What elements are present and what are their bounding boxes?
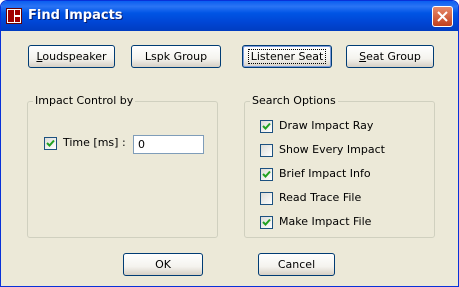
impact-control-legend: Impact Control by [33, 94, 136, 107]
draw-impact-ray-label: Draw Impact Ray [279, 119, 374, 132]
read-trace-file-label: Read Trace File [279, 191, 362, 204]
time-checkbox[interactable] [44, 137, 57, 150]
ok-button[interactable]: OK [123, 253, 203, 276]
loudspeaker-button[interactable]: Loudspeaker [28, 45, 115, 68]
make-impact-file-label: Make Impact File [279, 215, 372, 228]
listener-seat-button[interactable]: Listener Seat [242, 45, 332, 68]
show-every-impact-checkbox[interactable] [260, 144, 273, 157]
read-trace-file-checkbox[interactable] [260, 192, 273, 205]
draw-impact-ray-checkbox[interactable] [260, 120, 273, 133]
checkmark-icon [262, 218, 271, 226]
close-button[interactable] [432, 6, 453, 27]
seat-group-button[interactable]: Seat Group [346, 45, 434, 68]
time-label: Time [ms] : [63, 136, 126, 149]
lspk-group-button[interactable]: Lspk Group [131, 45, 221, 68]
checkmark-icon [46, 139, 55, 147]
loudspeaker-label: Loudspeaker [36, 50, 107, 63]
app-logo-icon [6, 8, 22, 24]
search-options-group: Search Options Draw Impact Ray Show Ever… [244, 94, 435, 238]
search-options-legend: Search Options [250, 94, 338, 107]
lspk-group-label: Lspk Group [144, 50, 208, 63]
impact-control-group: Impact Control by Time [ms] : 0 [27, 94, 218, 238]
checkmark-icon [262, 122, 271, 130]
listener-seat-label: Listener Seat [247, 49, 327, 64]
window-title: Find Impacts [28, 8, 123, 23]
find-impacts-dialog: Find Impacts Loudspeaker Lspk Group List… [0, 0, 459, 287]
ok-label: OK [155, 258, 171, 271]
make-impact-file-checkbox[interactable] [260, 216, 273, 229]
checkmark-icon [262, 170, 271, 178]
title-bar[interactable]: Find Impacts [1, 1, 458, 31]
seat-group-label: Seat Group [359, 50, 421, 63]
dialog-body: Loudspeaker Lspk Group Listener Seat Sea… [4, 31, 455, 283]
time-ms-input[interactable]: 0 [133, 135, 204, 154]
brief-impact-info-label: Brief Impact Info [279, 167, 371, 180]
cancel-label: Cancel [277, 258, 316, 271]
show-every-impact-label: Show Every Impact [279, 143, 385, 156]
close-x-icon [437, 11, 448, 22]
cancel-button[interactable]: Cancel [258, 253, 335, 276]
brief-impact-info-checkbox[interactable] [260, 168, 273, 181]
